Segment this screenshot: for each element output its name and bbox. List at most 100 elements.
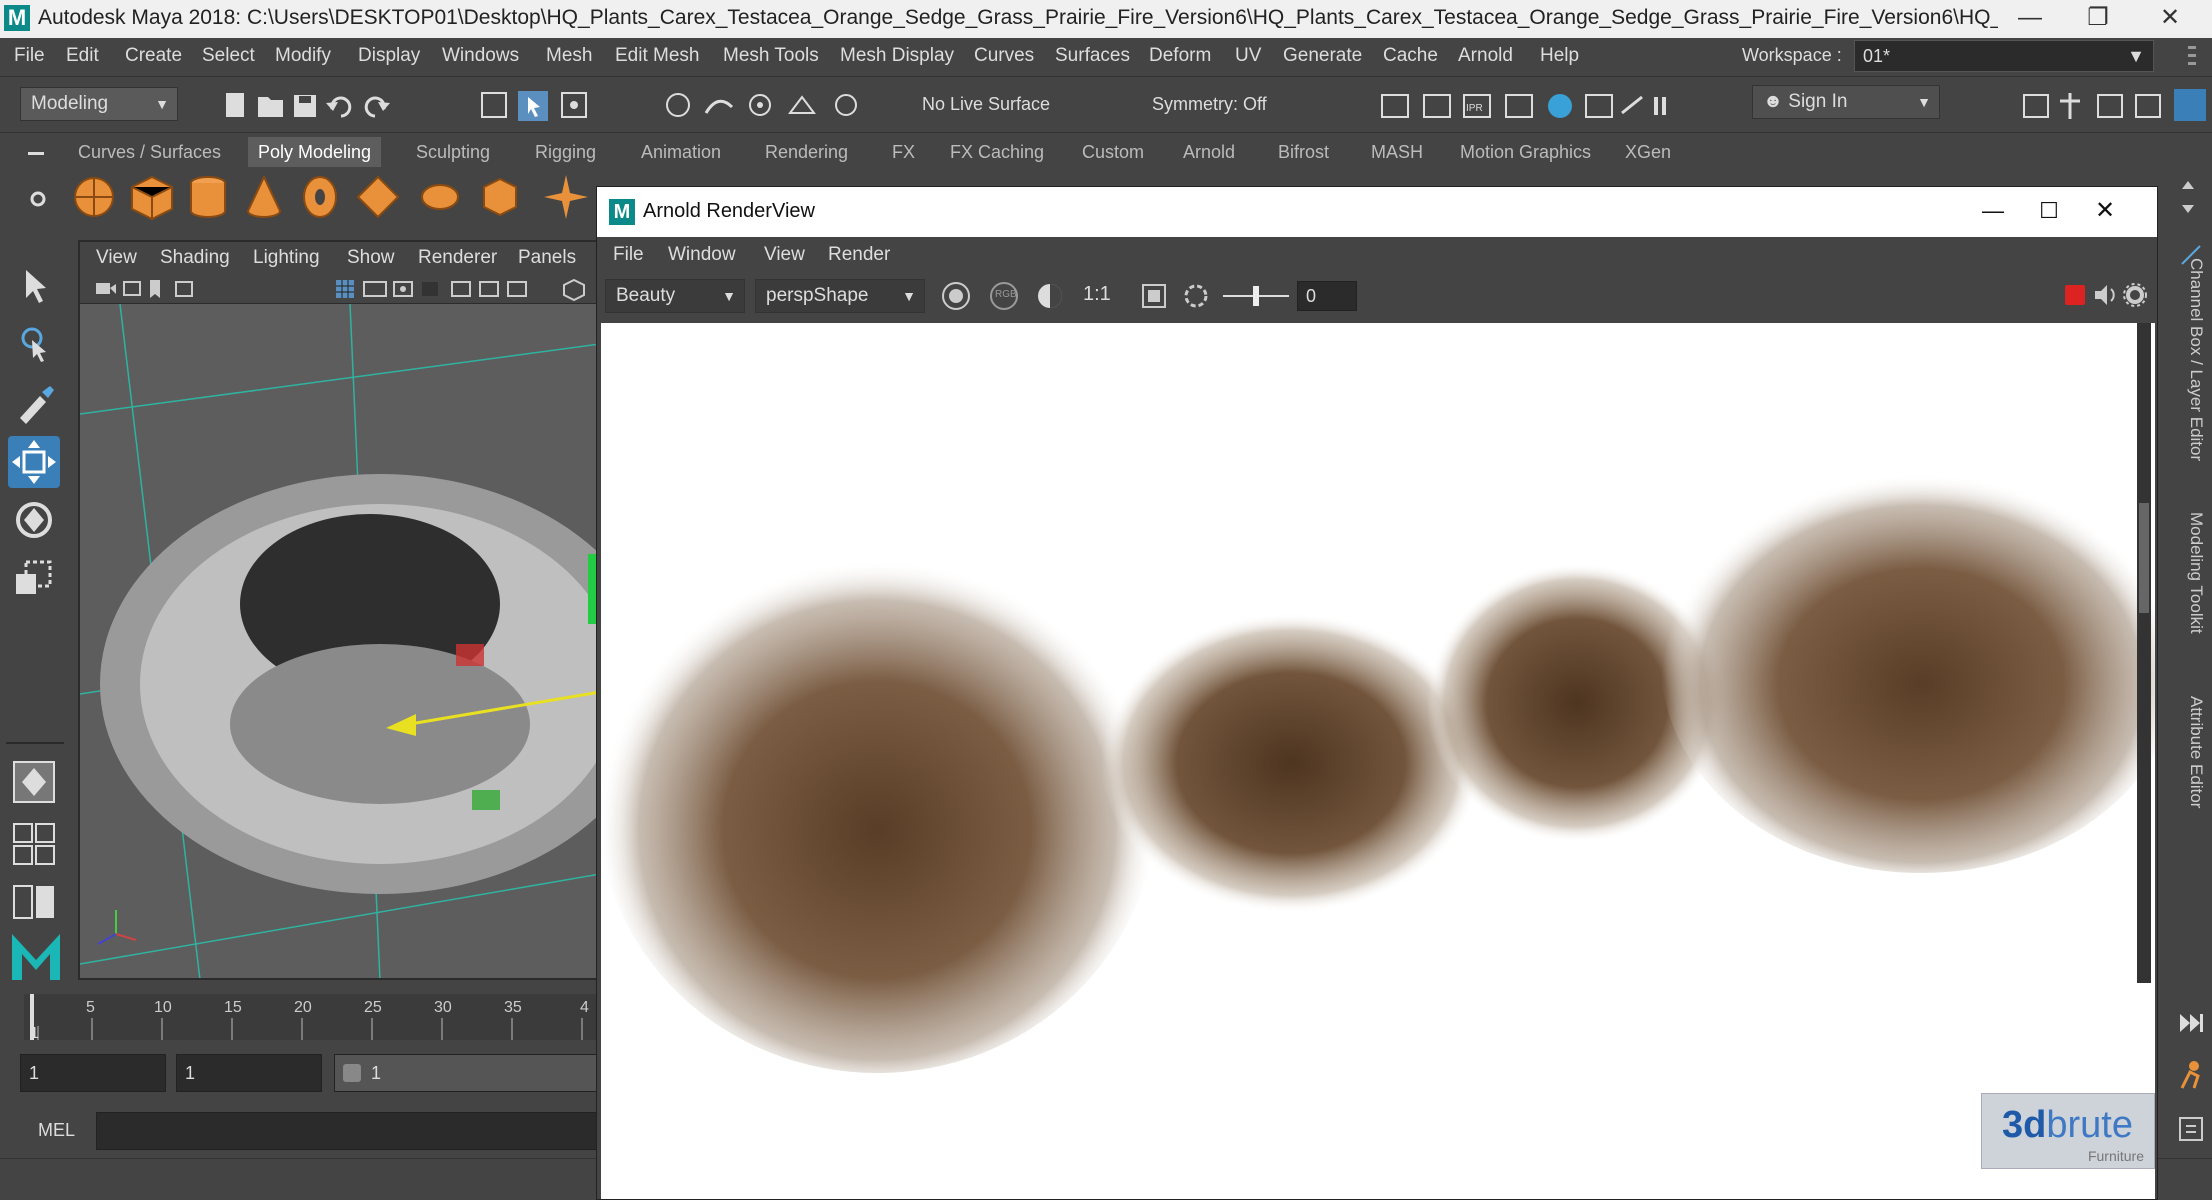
save-scene-icon[interactable] xyxy=(294,95,316,117)
menu-mesh[interactable]: Mesh xyxy=(544,38,594,74)
minimize-button[interactable]: — xyxy=(2000,0,2060,38)
range-handle[interactable] xyxy=(343,1064,361,1082)
render-settings-window-icon[interactable] xyxy=(1505,94,1533,118)
lights-icon[interactable] xyxy=(507,281,527,297)
viewport-scene[interactable] xyxy=(80,304,600,980)
poly-cube-icon[interactable] xyxy=(131,175,173,221)
poly-cylinder-icon[interactable] xyxy=(190,176,226,218)
rgb-toggle[interactable]: RGB xyxy=(987,279,1021,313)
menu-cache[interactable]: Cache xyxy=(1381,38,1440,74)
poly-plane-icon[interactable] xyxy=(356,175,400,219)
exposure-icon[interactable] xyxy=(1179,279,1213,313)
menu-uv[interactable]: UV xyxy=(1233,38,1263,74)
hypershade-icon[interactable] xyxy=(1548,94,1572,118)
scale-tool-icon[interactable] xyxy=(8,552,60,604)
poly-cone-icon[interactable] xyxy=(246,174,282,218)
poly-disc-icon[interactable] xyxy=(421,184,459,210)
select-component-icon[interactable] xyxy=(561,92,587,118)
render-frame-icon[interactable] xyxy=(1423,94,1451,118)
modeling-toolkit-toggle-icon[interactable] xyxy=(2023,94,2049,118)
pause-icon[interactable] xyxy=(1654,97,1666,115)
rotate-handle-green[interactable] xyxy=(472,790,500,810)
render-settings-icon[interactable] xyxy=(1381,94,1409,118)
restore-button[interactable]: ❐ xyxy=(2068,0,2128,38)
menu-surfaces[interactable]: Surfaces xyxy=(1053,38,1132,74)
tab-channel-box[interactable]: Channel Box / Layer Editor xyxy=(2176,258,2206,461)
channel-display-icon[interactable] xyxy=(939,279,973,313)
poly-soccer-icon[interactable] xyxy=(483,177,517,217)
shelf-tab-motion-graphics[interactable]: Motion Graphics xyxy=(1450,137,1601,167)
isolate-select-icon[interactable] xyxy=(563,278,585,302)
menu-generate[interactable]: Generate xyxy=(1281,38,1364,74)
live-surface-field[interactable]: No Live Surface xyxy=(922,87,1050,121)
shelf-tab-arnold[interactable]: Arnold xyxy=(1173,137,1245,167)
poly-sphere-icon[interactable] xyxy=(74,177,114,217)
human-ik-toggle-icon[interactable] xyxy=(2060,93,2080,119)
viewport-menu-show[interactable]: Show xyxy=(347,242,395,274)
maximize-button[interactable]: ☐ xyxy=(2019,187,2079,237)
open-scene-icon[interactable] xyxy=(258,97,283,117)
menu-edit-mesh[interactable]: Edit Mesh xyxy=(613,38,701,74)
image-plane-icon[interactable] xyxy=(175,281,193,297)
render-setup-icon[interactable] xyxy=(1621,95,1643,115)
menu-edit[interactable]: Edit xyxy=(64,38,101,74)
start-time-field[interactable]: 1 xyxy=(20,1054,166,1092)
close-button[interactable]: ✕ xyxy=(2075,187,2135,237)
viewport-menu-panels[interactable]: Panels xyxy=(518,242,576,274)
close-button[interactable]: ✕ xyxy=(2140,0,2200,38)
ipr-refresh-icon[interactable] xyxy=(2091,281,2119,309)
shelf-tab-xgen[interactable]: XGen xyxy=(1615,137,1681,167)
shelf-tab-animation[interactable]: Animation xyxy=(631,137,731,167)
menu-display[interactable]: Display xyxy=(356,38,422,74)
symmetry-field[interactable]: Symmetry: Off xyxy=(1152,87,1267,121)
stop-render-button[interactable] xyxy=(2065,285,2085,305)
region-render-icon[interactable] xyxy=(1137,279,1171,313)
menu-arnold[interactable]: Arnold xyxy=(1456,38,1515,74)
shelf-tab-mash[interactable]: MASH xyxy=(1361,137,1433,167)
resolution-gate-icon[interactable] xyxy=(393,281,413,297)
select-tool-icon[interactable] xyxy=(8,262,60,314)
renderview-menu-file[interactable]: File xyxy=(613,237,644,273)
command-language-toggle[interactable]: MEL xyxy=(38,1120,75,1141)
smooth-shade-icon[interactable] xyxy=(451,281,471,297)
wireframe-icon[interactable] xyxy=(422,282,438,296)
menu-modify[interactable]: Modify xyxy=(273,38,333,74)
shelf-tab-custom[interactable]: Custom xyxy=(1072,137,1154,167)
menu-file[interactable]: File xyxy=(12,38,47,74)
channel-box-toggle-icon[interactable] xyxy=(2174,89,2206,121)
menu-windows[interactable]: Windows xyxy=(440,38,521,74)
playback-start-field[interactable]: 1 xyxy=(176,1054,322,1092)
paint-select-tool-icon[interactable] xyxy=(8,378,60,430)
character-icon[interactable] xyxy=(2174,1058,2208,1092)
camera-select[interactable]: perspShape ▼ xyxy=(755,279,925,313)
four-view-layout-icon[interactable] xyxy=(8,818,60,870)
camera-attributes-icon[interactable] xyxy=(123,281,141,296)
slider-handle[interactable] xyxy=(1253,286,1259,306)
sign-in-button[interactable]: ☻ Sign In ▼ xyxy=(1752,85,1940,119)
viewport-menu-view[interactable]: View xyxy=(96,242,137,274)
tool-settings-toggle-icon[interactable] xyxy=(2135,94,2161,118)
shelf-tab-bifrost[interactable]: Bifrost xyxy=(1268,137,1339,167)
shelf-tab-fx-caching[interactable]: FX Caching xyxy=(940,137,1054,167)
rotate-handle-red[interactable] xyxy=(456,644,484,666)
snap-live-icon[interactable] xyxy=(835,94,857,116)
exposure-field[interactable]: 0 xyxy=(1297,281,1357,311)
shelf-tab-rigging[interactable]: Rigging xyxy=(525,137,606,167)
menu-mesh-display[interactable]: Mesh Display xyxy=(838,38,956,74)
shelf-tab-poly-modeling[interactable]: Poly Modeling xyxy=(248,137,382,167)
new-scene-icon[interactable] xyxy=(226,93,244,117)
shelf-tab-rendering[interactable]: Rendering xyxy=(755,137,858,167)
outliner-layout-icon[interactable] xyxy=(8,876,60,928)
menu-curves[interactable]: Curves xyxy=(972,38,1036,74)
move-tool-icon[interactable] xyxy=(8,436,60,488)
minimize-button[interactable]: — xyxy=(1963,187,2023,237)
select-hierarchy-icon[interactable] xyxy=(481,92,507,118)
poly-torus-icon[interactable] xyxy=(303,176,337,218)
undo-icon[interactable] xyxy=(326,96,352,118)
camera-icon[interactable] xyxy=(96,283,116,294)
tab-attribute-editor[interactable]: Attribute Editor xyxy=(2176,696,2206,808)
select-object-icon[interactable] xyxy=(518,91,548,121)
attribute-editor-toggle-icon[interactable] xyxy=(2097,94,2123,118)
range-slider-bar[interactable]: 1 xyxy=(334,1054,600,1092)
shelf-tab-fx[interactable]: FX xyxy=(882,137,925,167)
